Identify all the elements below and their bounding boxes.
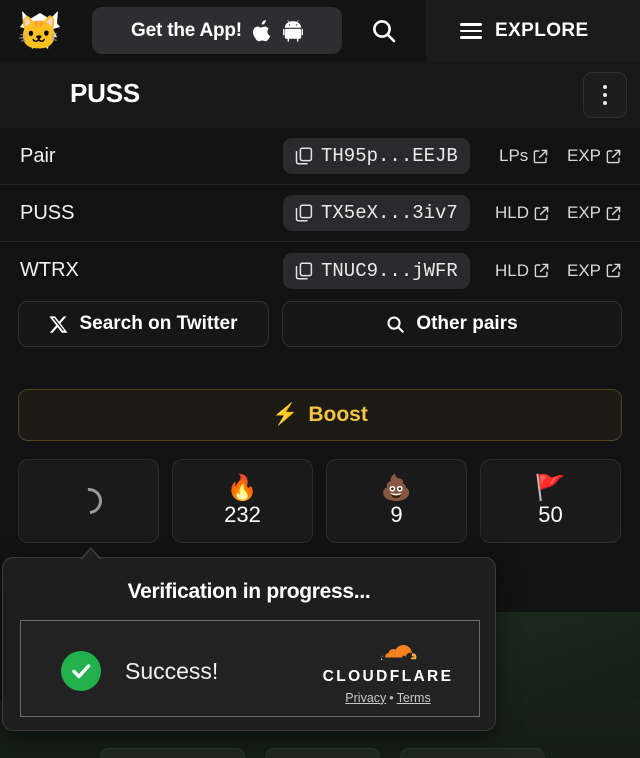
background-chip xyxy=(400,748,545,758)
external-link-icon xyxy=(606,263,621,278)
copy-icon xyxy=(295,261,313,280)
address-link-label: EXP xyxy=(567,203,602,222)
address-value: TNUC9...jWFR xyxy=(321,259,458,282)
background-chip xyxy=(100,748,245,758)
copy-address-button[interactable]: TNUC9...jWFR xyxy=(283,252,470,289)
cloudflare-cloud-icon xyxy=(380,645,417,660)
table-row: PUSS TX5eX...3iv7 HLD EXP xyxy=(0,185,640,242)
reaction-count: 50 xyxy=(538,502,563,528)
lightning-bolt-icon: ⚡ xyxy=(272,403,299,426)
get-the-app-button[interactable]: Get the App! xyxy=(92,7,342,54)
apple-icon xyxy=(252,19,271,41)
address-link-hld[interactable]: HLD xyxy=(495,261,549,281)
page-root: Get the App! EXPLORE 🐱 PUSS Pair TH95p..… xyxy=(0,0,640,758)
android-icon xyxy=(282,19,303,42)
address-link-hld[interactable]: HLD xyxy=(495,203,549,223)
kebab-menu-icon[interactable] xyxy=(583,72,627,118)
table-row: Pair TH95p...EEJB LPs EXP xyxy=(0,128,640,185)
reaction-box-loading[interactable] xyxy=(18,459,159,543)
fire-emoji: 🔥 xyxy=(226,473,259,502)
reaction-box-flag[interactable]: 🚩 50 xyxy=(480,459,621,543)
address-link-exp[interactable]: EXP xyxy=(567,261,621,281)
search-icon xyxy=(373,20,396,43)
get-the-app-label: Get the App! xyxy=(131,19,242,41)
avatar: 🐱 xyxy=(18,12,60,54)
external-link-icon xyxy=(534,263,549,278)
copy-icon xyxy=(295,204,313,222)
address-link-label: HLD xyxy=(495,203,530,222)
address-link-label: LPs xyxy=(499,146,529,165)
search-on-twitter-label: Search on Twitter xyxy=(79,313,238,334)
address-link-label: EXP xyxy=(567,260,602,280)
other-pairs-button[interactable]: Other pairs xyxy=(282,301,622,347)
address-row-label: Pair xyxy=(20,144,56,167)
red-flag-emoji: 🚩 xyxy=(534,473,567,502)
poop-emoji: 💩 xyxy=(380,473,413,502)
copy-address-button[interactable]: TH95p...EEJB xyxy=(283,138,470,174)
address-value: TX5eX...3iv7 xyxy=(321,202,458,224)
boost-button[interactable]: ⚡ Boost xyxy=(18,389,622,441)
verification-title: Verification in progress... xyxy=(127,580,371,603)
search-button[interactable] xyxy=(358,8,410,54)
terms-link[interactable]: Terms xyxy=(397,691,431,705)
copy-icon xyxy=(295,147,313,165)
external-link-icon xyxy=(606,206,621,220)
cloudflare-turnstile-widget[interactable]: Success! CLOUDFLARE Privacy • Terms xyxy=(20,620,480,717)
reaction-count: 232 xyxy=(224,502,261,528)
address-link-label: HLD xyxy=(495,260,530,280)
background-chip xyxy=(265,748,380,758)
copy-address-button[interactable]: TX5eX...3iv7 xyxy=(283,195,470,231)
explore-label: EXPLORE xyxy=(495,20,589,41)
cloudflare-wordmark: CLOUDFLARE xyxy=(322,668,454,685)
external-link-icon xyxy=(533,149,548,163)
cloudflare-links: Privacy • Terms xyxy=(315,691,461,705)
boost-label: Boost xyxy=(308,403,368,426)
address-link-label: EXP xyxy=(567,146,602,165)
address-row-label: WTRX xyxy=(20,259,79,281)
x-twitter-icon xyxy=(49,315,69,333)
address-link-exp[interactable]: EXP xyxy=(567,203,621,223)
other-pairs-label: Other pairs xyxy=(416,313,518,334)
table-row: WTRX TNUC9...jWFR HLD EXP xyxy=(0,242,640,299)
search-on-twitter-button[interactable]: Search on Twitter xyxy=(18,301,269,347)
verification-status: Success! xyxy=(125,658,219,684)
hamburger-menu-icon xyxy=(460,23,482,39)
explore-menu-button[interactable]: EXPLORE xyxy=(460,8,589,54)
privacy-link[interactable]: Privacy xyxy=(345,691,386,705)
address-value: TH95p...EEJB xyxy=(321,145,458,167)
search-icon xyxy=(387,315,405,333)
external-link-icon xyxy=(606,149,621,163)
cloudflare-branding: CLOUDFLARE Privacy • Terms xyxy=(315,635,461,705)
external-link-icon xyxy=(534,206,549,220)
address-link-exp[interactable]: EXP xyxy=(567,146,621,166)
link-separator: • xyxy=(389,690,394,705)
page-title: PUSS xyxy=(70,78,141,108)
reaction-box-poop[interactable]: 💩 9 xyxy=(326,459,467,543)
green-check-icon xyxy=(61,651,101,691)
verification-modal: Verification in progress... Success! CLO… xyxy=(2,547,496,731)
reaction-box-fire[interactable]: 🔥 232 xyxy=(172,459,313,543)
address-row-label: PUSS xyxy=(20,201,75,224)
avatar-glyph: 🐱 xyxy=(18,14,60,52)
reaction-count: 9 xyxy=(390,502,403,528)
loading-spinner-icon xyxy=(70,482,107,520)
address-link-lps[interactable]: LPs xyxy=(499,146,548,166)
